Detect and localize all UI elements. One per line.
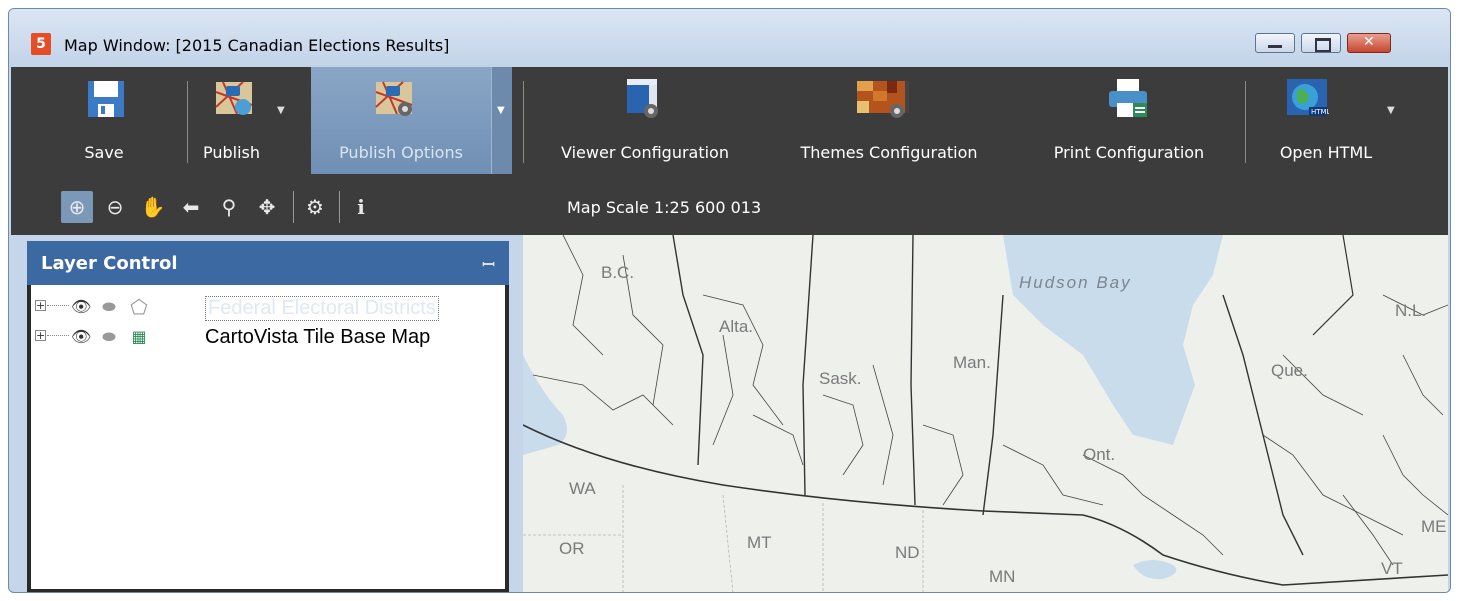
layer-control-panel: Layer Control ꟷ + 👁 ⬬ ⬠ Federal Electora… bbox=[27, 241, 509, 592]
pin-icon[interactable]: ꟷ bbox=[482, 253, 495, 275]
layer-control-title: Layer Control bbox=[41, 253, 178, 274]
pan-hand-icon[interactable]: ✋ bbox=[137, 191, 169, 223]
map-drawing bbox=[523, 235, 1448, 592]
tree-connector bbox=[47, 305, 69, 306]
svg-text:HTML: HTML bbox=[1311, 108, 1329, 116]
floppy-disk-icon bbox=[88, 81, 124, 117]
save-label: Save bbox=[84, 143, 124, 162]
maximize-button[interactable] bbox=[1301, 33, 1341, 53]
map-label-mt: MT bbox=[747, 533, 772, 552]
label-tag-icon[interactable]: ⬬ bbox=[99, 297, 119, 317]
map-label-bc: B.C. bbox=[601, 263, 635, 282]
expand-icon[interactable]: + bbox=[35, 330, 46, 341]
map-label-nl: N.L. bbox=[1395, 301, 1427, 320]
map-toolbar: ⊕ ⊖ ✋ ⬅ ⚲ ✥ ⚙ i Map Scale 1:25 600 013 bbox=[11, 179, 1448, 235]
map-scale-text: Map Scale 1:25 600 013 bbox=[567, 198, 762, 217]
map-label-que: Que. bbox=[1271, 361, 1308, 380]
open-html-dropdown-icon[interactable]: ▼ bbox=[1387, 105, 1395, 116]
map-label-me: ME bbox=[1421, 517, 1447, 536]
printer-icon bbox=[1109, 79, 1147, 117]
map-label-man: Man. bbox=[953, 353, 991, 372]
save-button[interactable]: Save bbox=[67, 67, 141, 174]
minimize-icon bbox=[1268, 45, 1282, 48]
layer-control-header: Layer Control ꟷ bbox=[27, 241, 509, 285]
map-label-alta: Alta. bbox=[719, 317, 754, 336]
app-html5-icon: 5 bbox=[31, 33, 51, 55]
ribbon-separator bbox=[187, 81, 188, 163]
zoom-out-icon[interactable]: ⊖ bbox=[99, 191, 131, 223]
visibility-eye-icon[interactable]: 👁 bbox=[71, 327, 91, 347]
themes-config-icon bbox=[857, 81, 909, 118]
viewer-config-icon bbox=[627, 79, 658, 118]
publish-dropdown-icon[interactable]: ▼ bbox=[277, 105, 285, 116]
map-label-or: OR bbox=[559, 539, 585, 558]
themes-configuration-label: Themes Configuration bbox=[800, 143, 978, 162]
publish-options-label: Publish Options bbox=[339, 143, 463, 162]
window-title: Map Window: [2015 Canadian Elections Res… bbox=[64, 36, 450, 55]
themes-configuration-button[interactable]: Themes Configuration bbox=[769, 67, 1009, 174]
map-label-sask: Sask. bbox=[819, 369, 862, 388]
publish-options-icon bbox=[375, 81, 413, 116]
settings-gear-icon[interactable]: ⚙ bbox=[299, 191, 331, 223]
label-tag-icon[interactable]: ⬬ bbox=[99, 327, 119, 347]
tree-connector bbox=[47, 335, 69, 336]
maximize-icon bbox=[1315, 38, 1331, 52]
back-arrow-icon[interactable]: ⬅ bbox=[175, 191, 207, 223]
map-window: 5 Map Window: [2015 Canadian Elections R… bbox=[8, 8, 1451, 593]
minimize-button[interactable] bbox=[1255, 33, 1295, 53]
publish-options-dropdown[interactable]: ▼ bbox=[491, 67, 512, 174]
ribbon-separator bbox=[1245, 81, 1246, 163]
viewer-configuration-label: Viewer Configuration bbox=[561, 143, 729, 162]
layer-row[interactable]: + 👁 ⬬ ⬠ Federal Electoral Districts bbox=[31, 295, 505, 321]
layer-name[interactable]: Federal Electoral Districts bbox=[205, 296, 439, 321]
ribbon-toolbar: Save ▼ Publish ▼ Publish Options Viewer … bbox=[11, 67, 1448, 179]
toolbar-separator bbox=[293, 191, 294, 223]
map-canvas[interactable]: B.C. Alta. Sask. Man. Hudson Bay N.L. Qu… bbox=[523, 235, 1448, 592]
polygon-layer-icon: ⬠ bbox=[130, 295, 148, 319]
toolbar-separator bbox=[339, 191, 340, 223]
open-html-label: Open HTML bbox=[1279, 143, 1373, 162]
globe-html-icon: HTML bbox=[1287, 79, 1329, 116]
publish-button[interactable]: ▼ Publish bbox=[195, 67, 299, 174]
open-html-button[interactable]: HTML ▼ Open HTML bbox=[1251, 67, 1401, 174]
publish-options-button[interactable]: ▼ Publish Options bbox=[311, 67, 512, 174]
zoom-in-icon[interactable]: ⊕ bbox=[61, 191, 93, 223]
map-label-nd: ND bbox=[895, 543, 920, 562]
visibility-eye-icon[interactable]: 👁 bbox=[71, 297, 91, 317]
zoom-extent-icon[interactable]: ⚲ bbox=[213, 191, 245, 223]
map-label-hudson-bay: Hudson Bay bbox=[1019, 273, 1132, 292]
viewer-configuration-button[interactable]: Viewer Configuration bbox=[533, 67, 757, 174]
ribbon-separator bbox=[523, 81, 524, 163]
expand-icon[interactable]: + bbox=[35, 300, 46, 311]
map-label-wa: WA bbox=[569, 479, 596, 498]
tile-layer-icon: ▦ bbox=[131, 327, 147, 346]
map-label-ont: Ont. bbox=[1083, 445, 1116, 464]
move-icon[interactable]: ✥ bbox=[251, 191, 283, 223]
publish-label: Publish bbox=[203, 143, 261, 162]
layer-tree: + 👁 ⬬ ⬠ Federal Electoral Districts + 👁 … bbox=[31, 285, 505, 589]
layer-name[interactable]: CartoVista Tile Base Map bbox=[205, 326, 430, 349]
print-configuration-button[interactable]: Print Configuration bbox=[1019, 67, 1239, 174]
map-label-vt: VT bbox=[1381, 559, 1403, 578]
close-icon: ✕ bbox=[1363, 34, 1375, 50]
publish-map-icon bbox=[215, 81, 253, 115]
layer-row[interactable]: + 👁 ⬬ ▦ CartoVista Tile Base Map bbox=[31, 325, 505, 349]
title-bar: 5 Map Window: [2015 Canadian Elections R… bbox=[9, 9, 1450, 67]
close-button[interactable]: ✕ bbox=[1347, 33, 1391, 53]
map-label-mn: MN bbox=[989, 567, 1016, 586]
chevron-down-icon: ▼ bbox=[497, 105, 505, 116]
info-icon[interactable]: i bbox=[345, 191, 377, 223]
print-configuration-label: Print Configuration bbox=[1053, 143, 1205, 162]
